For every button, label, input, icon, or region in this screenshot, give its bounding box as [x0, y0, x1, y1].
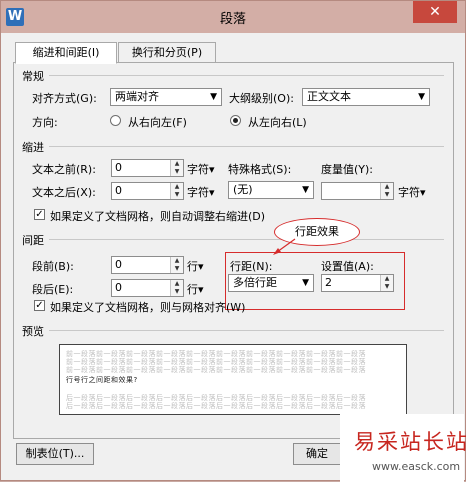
- spinner-arrows-icon[interactable]: ▲ ▼: [380, 183, 393, 199]
- auto-adjust-checkbox[interactable]: ✓: [34, 209, 45, 220]
- outline-level-label: 大纲级别(O):: [229, 92, 294, 105]
- dialog-title: 段落: [219, 12, 246, 27]
- ltr-label: 从左向右(L): [248, 116, 307, 129]
- title-bar: W 段落 ✕: [1, 1, 465, 33]
- space-after-field[interactable]: 0 ▲ ▼: [111, 279, 184, 297]
- setting-value: 2: [325, 276, 332, 289]
- measure-field[interactable]: ▲ ▼: [321, 182, 394, 200]
- indent-after-value: 0: [115, 184, 122, 197]
- space-after-value: 0: [115, 281, 122, 294]
- indent-after-label: 文本之后(X):: [32, 186, 96, 199]
- spacing-divider: [49, 239, 444, 240]
- indent-before-label: 文本之前(R):: [32, 163, 96, 176]
- preview-box: 前一段落前一段落前一段落前一段落前一段落前一段落前一段落前一段落前一段落前一段落…: [59, 344, 407, 415]
- chevron-down-icon: ▼: [418, 92, 425, 102]
- line-spacing-label: 行距(N):: [230, 260, 273, 273]
- measure-unit[interactable]: 字符▾: [398, 184, 426, 200]
- setting-value-field[interactable]: 2 ▲ ▼: [321, 274, 394, 292]
- watermark-url: www.easck.com: [372, 460, 461, 473]
- chevron-down-icon: ▼: [302, 185, 309, 195]
- indent-after-field[interactable]: 0 ▲ ▼: [111, 182, 184, 200]
- line-spacing-select[interactable]: 多倍行距 ▼: [228, 274, 314, 292]
- line-spacing-value: 多倍行距: [233, 276, 277, 289]
- paragraph-dialog: W 段落 ✕ 缩进和间距(I) 换行和分页(P) 常规 对齐方式(G): 两端对…: [0, 0, 466, 482]
- alignment-value: 两端对齐: [115, 90, 159, 103]
- auto-adjust-label: 如果定义了文档网格，则自动调整右缩进(D): [50, 210, 266, 223]
- tab-indent-spacing[interactable]: 缩进和间距(I): [15, 42, 117, 64]
- watermark: 易采站长站 www.easck.com: [340, 414, 466, 482]
- space-before-unit[interactable]: 行▾: [187, 258, 204, 274]
- preview-section-label: 预览: [22, 325, 44, 338]
- tab-line-page-breaks[interactable]: 换行和分页(P): [118, 42, 216, 64]
- indent-section-label: 缩进: [22, 141, 44, 154]
- special-format-select[interactable]: (无) ▼: [228, 181, 314, 199]
- outline-level-value: 正文文本: [307, 90, 351, 103]
- spinner-arrows-icon[interactable]: ▲ ▼: [170, 160, 183, 176]
- ltr-radio[interactable]: [230, 115, 241, 126]
- indent-divider: [49, 146, 444, 147]
- callout-arrow-icon: [273, 238, 296, 255]
- ok-button[interactable]: 确定: [293, 443, 341, 465]
- setting-value-label: 设置值(A):: [321, 260, 374, 273]
- spinner-arrows-icon[interactable]: ▲ ▼: [170, 257, 183, 273]
- preview-sample-line: 行号行之间距和效果?: [66, 376, 138, 384]
- rtl-label: 从右向左(F): [128, 116, 187, 129]
- space-before-label: 段前(B):: [32, 260, 74, 273]
- special-format-label: 特殊格式(S):: [228, 163, 292, 176]
- preview-divider: [49, 330, 444, 331]
- snap-grid-checkbox[interactable]: ✓: [34, 300, 45, 311]
- space-after-label: 段后(E):: [32, 283, 74, 296]
- spinner-arrows-icon[interactable]: ▲ ▼: [170, 183, 183, 199]
- space-before-value: 0: [115, 258, 122, 271]
- chevron-down-icon: ▼: [210, 92, 217, 102]
- spacing-section-label: 间距: [22, 234, 44, 247]
- direction-label: 方向:: [32, 116, 58, 129]
- indent-before-unit[interactable]: 字符▾: [187, 161, 215, 177]
- snap-grid-label: 如果定义了文档网格，则与网格对齐(W): [50, 301, 246, 314]
- spinner-arrows-icon[interactable]: ▲ ▼: [170, 280, 183, 296]
- indent-before-value: 0: [115, 161, 122, 174]
- chevron-down-icon: ▼: [302, 278, 309, 288]
- spinner-arrows-icon[interactable]: ▲ ▼: [380, 275, 393, 291]
- close-button[interactable]: ✕: [413, 1, 457, 23]
- measure-label: 度量值(Y):: [321, 163, 374, 176]
- indent-before-field[interactable]: 0 ▲ ▼: [111, 159, 184, 177]
- general-section-label: 常规: [22, 70, 44, 83]
- special-format-value: (无): [233, 183, 253, 196]
- general-divider: [49, 75, 444, 76]
- watermark-title: 易采站长站: [354, 430, 466, 454]
- rtl-radio[interactable]: [110, 115, 121, 126]
- alignment-select[interactable]: 两端对齐 ▼: [110, 88, 222, 106]
- preview-next-line: 后一段落后一段落后一段落后一段落后一段落后一段落后一段落后一段落后一段落后一段落: [66, 402, 366, 410]
- preview-gray-line: 前一段落前一段落前一段落前一段落前一段落前一段落前一段落前一段落前一段落前一段落: [66, 366, 366, 374]
- space-after-unit[interactable]: 行▾: [187, 281, 204, 297]
- space-before-field[interactable]: 0 ▲ ▼: [111, 256, 184, 274]
- outline-level-select[interactable]: 正文文本 ▼: [302, 88, 430, 106]
- tabs-button[interactable]: 制表位(T)...: [16, 443, 94, 465]
- indent-after-unit[interactable]: 字符▾: [187, 184, 215, 200]
- alignment-label: 对齐方式(G):: [32, 92, 97, 105]
